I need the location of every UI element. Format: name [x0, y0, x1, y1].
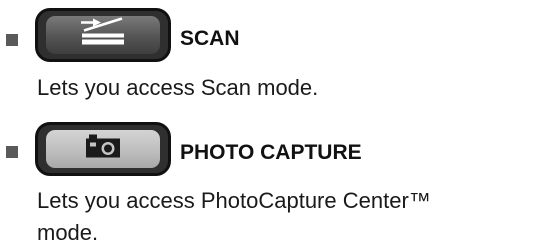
photo-capture-description-line1: Lets you access PhotoCapture Center™	[37, 188, 431, 213]
photo-capture-description-line2: mode.	[37, 220, 99, 245]
camera-icon	[83, 134, 123, 165]
bullet-scan	[6, 34, 18, 46]
bullet-photo-capture	[6, 146, 18, 158]
photo-capture-button[interactable]	[35, 122, 171, 176]
scan-button[interactable]	[35, 8, 171, 62]
scan-description: Lets you access Scan mode.	[37, 75, 319, 100]
photo-capture-label: PHOTO CAPTURE	[180, 141, 362, 164]
scan-label: SCAN	[180, 27, 240, 50]
scan-icon	[78, 17, 128, 53]
